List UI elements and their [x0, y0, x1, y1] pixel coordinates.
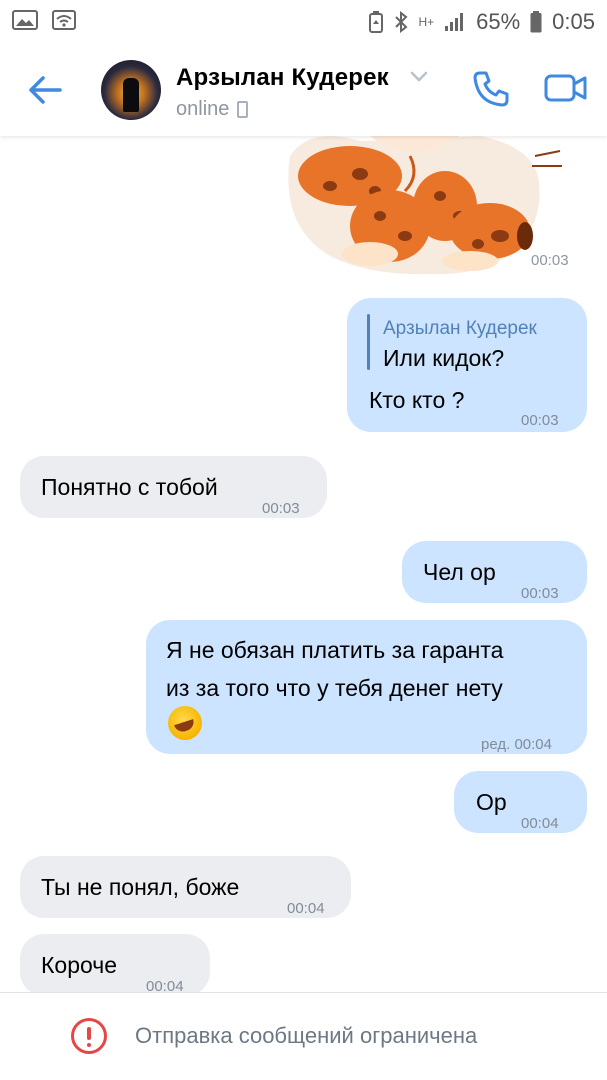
battery-saver-icon [368, 11, 384, 33]
message-time: 00:04 [521, 815, 559, 832]
avatar[interactable] [101, 60, 161, 120]
reply-text: Или кидок? [383, 345, 505, 371]
reply-quote-bar [367, 314, 370, 370]
message-text: Понятно с тобой [41, 474, 218, 500]
battery-icon [530, 11, 542, 33]
back-arrow-icon [29, 76, 62, 104]
rolling-on-floor-laughing-icon [168, 706, 202, 740]
outgoing-message-bubble[interactable]: Ор 00:04 [454, 771, 587, 833]
message-time: 00:03 [531, 252, 569, 269]
reply-author[interactable]: Арзылан Кудерек [383, 312, 537, 345]
contact-name[interactable]: Арзылан Кудерек [176, 64, 389, 92]
message-restriction-bar: Отправка сообщений ограничена [0, 992, 607, 1080]
outgoing-message-bubble[interactable]: Арзылан Кудерек Или кидок? Кто кто ? 00:… [347, 298, 587, 432]
battery-percent: 65% [476, 9, 521, 34]
message-text: Короче [41, 952, 118, 978]
message-time: 00:04 [146, 978, 184, 992]
bluetooth-icon [394, 11, 408, 33]
signal-icon [444, 12, 466, 32]
warning-icon [71, 1018, 107, 1054]
call-button[interactable] [470, 68, 512, 115]
contact-status: online [176, 98, 249, 121]
image-icon [12, 9, 38, 35]
network-type-label: H+ [418, 15, 435, 29]
video-camera-icon [544, 74, 587, 102]
message-time: 00:03 [521, 412, 559, 429]
message-text: Кто кто ? [369, 387, 465, 413]
message-text: Ты не понял, боже [41, 874, 240, 900]
incoming-message-bubble[interactable]: Короче 00:04 [20, 934, 210, 992]
back-button[interactable] [26, 72, 66, 108]
mobile-icon [237, 101, 249, 118]
chevron-down-icon[interactable] [410, 70, 428, 88]
restriction-notice: Отправка сообщений ограничена [135, 1023, 478, 1048]
chat-header: Арзылан Кудерек online [0, 44, 607, 136]
message-text-line-2: из за того что у тебя денег нету [166, 675, 503, 701]
incoming-message-bubble[interactable]: Понятно с тобой 00:03 [20, 456, 327, 518]
online-status-text: online [176, 98, 230, 120]
message-time-edited: ред. 00:04 [481, 736, 552, 753]
video-call-button[interactable] [544, 72, 588, 109]
phone-icon [473, 71, 509, 107]
clock: 0:05 [552, 9, 595, 34]
message-text: Ор [476, 789, 507, 815]
message-time: 00:03 [521, 585, 559, 602]
incoming-message-bubble[interactable]: Ты не понял, боже 00:04 [20, 856, 351, 918]
outgoing-message-bubble[interactable]: Я не обязан платить за гаранта из за тог… [146, 620, 587, 754]
network-icon: H+ [418, 15, 435, 29]
message-text: Чел ор [423, 559, 496, 585]
message-text-line-1: Я не обязан платить за гаранта [166, 637, 504, 663]
message-time: 00:03 [262, 500, 300, 517]
wifi-icon [52, 9, 76, 35]
message-list[interactable]: 00:03 Арзылан Кудерек Или кидок? Кто кто… [0, 136, 607, 992]
outgoing-message-bubble[interactable]: Чел ор 00:03 [402, 541, 587, 603]
status-bar: H+ 65% 0:05 [0, 0, 607, 44]
message-time: 00:04 [287, 900, 325, 917]
